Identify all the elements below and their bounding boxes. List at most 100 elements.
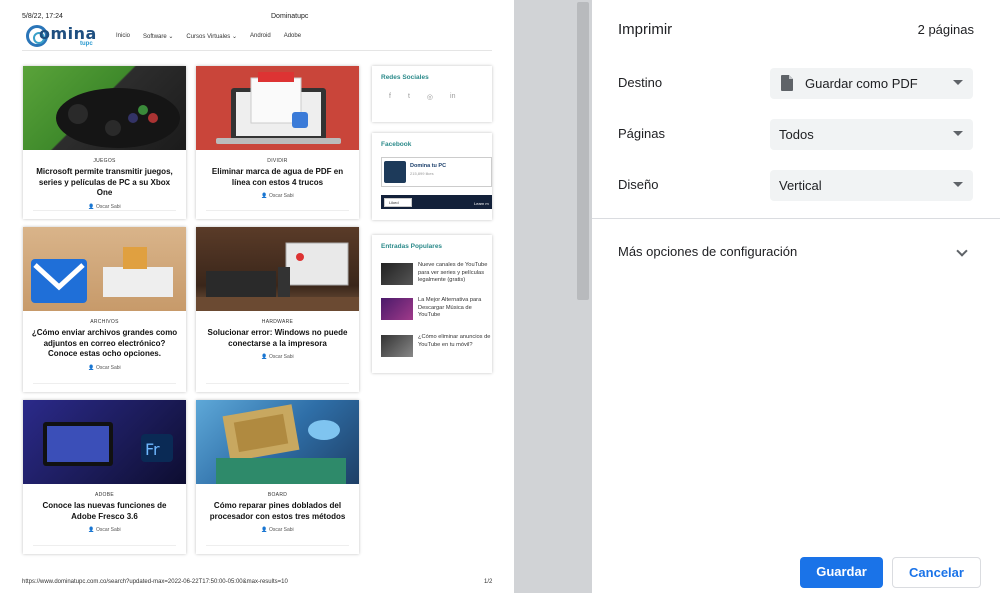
card-divider	[33, 383, 176, 384]
dropdown-caret-icon	[953, 131, 963, 136]
page-header-site: Dominatupc	[271, 13, 309, 20]
author-name: Oscar Sabi	[95, 203, 121, 210]
article-thumbnail	[23, 66, 186, 150]
layout-select[interactable]: Vertical	[770, 170, 973, 201]
mail-icon	[31, 247, 173, 303]
page-count: 2 páginas	[917, 22, 974, 37]
facebook-page-avatar	[384, 161, 406, 183]
nav-item-inicio: Inicio	[116, 33, 131, 39]
article-card: BOARD Cómo reparar pines doblados del pr…	[196, 400, 359, 554]
card-divider	[33, 210, 176, 211]
author-name: Oscar Sabi	[95, 364, 121, 371]
facebook-page-likes: 215,899 likes	[410, 171, 434, 176]
card-divider	[206, 383, 349, 384]
pages-label: Páginas	[618, 126, 665, 141]
article-thumbnail: Fr	[23, 400, 186, 484]
article-author: 👤 Oscar Sabi	[261, 527, 294, 533]
popular-posts-title: Entradas Populares	[381, 243, 443, 250]
popular-posts-widget: Entradas Populares Nueve canales de YouT…	[372, 235, 492, 373]
page-header-datetime: 5/8/22, 17:24	[22, 13, 63, 20]
nav-divider	[22, 50, 492, 51]
facebook-widget-title: Facebook	[381, 141, 412, 148]
article-thumbnail	[196, 400, 359, 484]
facebook-page-name: Domina tu PC	[410, 163, 447, 169]
nav-item-cursos: Cursos Virtuales ⌄	[186, 34, 237, 40]
adobe-fresco-icon: Fr	[43, 422, 173, 466]
twitter-icon: t	[407, 93, 410, 100]
author-name: Oscar Sabi	[268, 193, 294, 199]
instagram-icon: ◎	[426, 94, 434, 101]
article-card: DIVIDIR Eliminar marca de agua de PDF en…	[196, 66, 359, 219]
destination-select[interactable]: Guardar como PDF	[770, 68, 973, 99]
article-author: 👤 Oscar Sabi	[261, 193, 294, 199]
popular-post-title: ¿Cómo eliminar anuncios de YouTube en tu…	[418, 334, 491, 348]
nav-item-android: Android	[250, 33, 271, 39]
article-author: 👤 Oscar Sabi	[88, 527, 121, 533]
article-author: 👤 Oscar Sabi	[88, 364, 121, 371]
article-author: 👤 Oscar Sabi	[88, 203, 121, 210]
social-icons: f t ◎ in	[372, 81, 492, 101]
article-title: Eliminar marca de agua de PDF en línea c…	[211, 167, 344, 187]
dropdown-caret-icon	[953, 80, 963, 85]
popular-post-item: ¿Cómo eliminar anuncios de YouTube en tu…	[381, 334, 492, 361]
nav-item-software: Software ⌄	[143, 34, 174, 40]
chevron-down-icon[interactable]	[956, 245, 968, 257]
logo-subtext: tupc	[80, 41, 93, 47]
article-card: ARCHIVOS ¿Cómo enviar archivos grandes c…	[23, 227, 186, 392]
page-footer-number: 1/2	[484, 579, 493, 585]
pages-select[interactable]: Todos	[770, 119, 973, 150]
layout-label: Diseño	[618, 177, 659, 192]
preview-scrollbar-thumb[interactable]	[577, 2, 589, 300]
site-logo: omina tupc	[26, 24, 106, 49]
print-settings-panel: Imprimir 2 páginas Destino Guardar como …	[592, 0, 1000, 593]
article-title: ¿Cómo enviar archivos grandes como adjun…	[31, 328, 178, 358]
layout-value: Vertical	[779, 178, 822, 193]
gamepad-icon	[56, 88, 180, 148]
popular-post-title: Nueve canales de YouTube para ver series…	[418, 262, 488, 283]
facebook-widget: Facebook Domina tu PC 215,899 likes Like…	[372, 133, 492, 220]
pages-value: Todos	[779, 127, 814, 142]
author-name: Oscar Sabi	[95, 527, 121, 533]
article-title: Microsoft permite transmitir juegos, ser…	[36, 167, 173, 197]
author-name: Oscar Sabi	[268, 354, 294, 360]
laptop-pdf-icon	[216, 72, 341, 144]
card-divider	[33, 545, 176, 546]
cpu-icon	[216, 404, 346, 484]
article-card: Fr ADOBE Conoce las nuevas funciones de …	[23, 400, 186, 554]
article-thumbnail	[23, 227, 186, 311]
dropdown-caret-icon	[953, 182, 963, 187]
popular-post-thumb	[381, 298, 413, 320]
save-button[interactable]: Guardar	[800, 557, 883, 588]
article-author: 👤 Oscar Sabi	[261, 354, 294, 360]
cancel-button[interactable]: Cancelar	[892, 557, 981, 588]
svg-text:Fr: Fr	[145, 440, 160, 459]
article-title: Solucionar error: Windows no puede conec…	[207, 328, 348, 348]
nav-item-adobe: Adobe	[283, 33, 302, 39]
more-settings-toggle[interactable]: Más opciones de configuración	[618, 244, 797, 259]
card-divider	[206, 545, 349, 546]
site-nav: Inicio Software ⌄ Cursos Virtuales ⌄ And…	[116, 33, 301, 40]
document-icon	[781, 75, 793, 91]
linkedin-icon: in	[450, 93, 456, 100]
facebook-liked-button: Liked	[384, 198, 412, 207]
print-dialog-title: Imprimir	[618, 21, 673, 38]
facebook-page-box: Domina tu PC 215,899 likes	[381, 157, 492, 187]
page-footer-url: https://www.dominatupc.com.co/search?upd…	[22, 579, 288, 585]
popular-post-title: La Mejor Alternativa para Descargar Músi…	[418, 297, 482, 318]
facebook-icon: f	[389, 93, 391, 100]
popular-post-thumb	[381, 335, 413, 357]
popular-post-thumb	[381, 263, 413, 285]
card-divider	[206, 210, 349, 211]
destination-label: Destino	[618, 75, 663, 90]
popular-post-item: La Mejor Alternativa para Descargar Músi…	[381, 297, 492, 324]
article-title: Conoce las nuevas funciones de Adobe Fre…	[42, 501, 167, 521]
author-name: Oscar Sabi	[268, 527, 294, 533]
social-widget: Redes Sociales f t ◎ in	[372, 66, 492, 122]
article-thumbnail	[196, 66, 359, 150]
facebook-learn-more: Learn m	[474, 201, 489, 206]
printer-icon	[196, 242, 359, 311]
preview-page: 5/8/22, 17:24 Dominatupc omina tupc Inic…	[0, 0, 514, 593]
destination-value: Guardar como PDF	[805, 76, 918, 91]
popular-post-item: Nueve canales de YouTube para ver series…	[381, 262, 492, 289]
article-thumbnail	[196, 227, 359, 311]
